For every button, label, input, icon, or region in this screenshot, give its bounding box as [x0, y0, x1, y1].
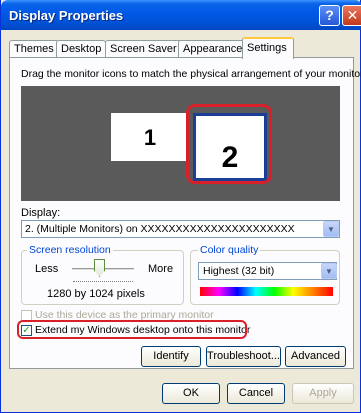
tab-desktop[interactable]: Desktop [56, 40, 107, 58]
tab-themes[interactable]: Themes [9, 40, 59, 58]
resolution-value: 1280 by 1024 pixels [47, 288, 145, 300]
apply-button[interactable]: Apply [292, 383, 354, 404]
slider-ticks [73, 281, 133, 283]
tab-settings[interactable]: Settings [242, 37, 294, 59]
tab-appearance[interactable]: Appearance [178, 40, 248, 58]
chevron-down-icon[interactable]: ▼ [323, 221, 339, 237]
color-quality-title: Color quality [198, 244, 261, 256]
close-button[interactable]: ✕ [342, 5, 361, 26]
resolution-more-label: More [148, 263, 174, 275]
cancel-button[interactable]: Cancel [227, 383, 285, 404]
monitor-1[interactable]: 1 [111, 113, 189, 161]
resolution-less-label: Less [35, 263, 59, 275]
screen-resolution-title: Screen resolution [27, 244, 113, 256]
window-title: Display Properties [9, 8, 124, 23]
color-quality-value: Highest (32 bit) [203, 265, 275, 277]
identify-button[interactable]: Identify [141, 346, 201, 367]
display-label: Display: [21, 207, 61, 219]
tab-screen-saver[interactable]: Screen Saver [105, 40, 182, 58]
color-spectrum-bar [200, 287, 333, 296]
help-button[interactable]: ? [319, 5, 340, 26]
extend-desktop-highlight [17, 320, 247, 339]
troubleshoot-button[interactable]: Troubleshoot... [206, 346, 281, 367]
display-select-value: 2. (Multiple Monitors) on XXXXXXXXXXXXXX… [25, 223, 295, 235]
color-quality-select[interactable]: Highest (32 bit) [198, 262, 337, 280]
instruction-text: Drag the monitor icons to match the phys… [21, 68, 361, 80]
advanced-button[interactable]: Advanced [285, 346, 346, 367]
title-bar[interactable]: Display Properties ? ✕ [1, 0, 361, 30]
primary-monitor-checkbox[interactable] [21, 309, 32, 321]
monitor-2-highlight [186, 104, 272, 184]
chevron-down-icon[interactable]: ▼ [321, 263, 337, 279]
display-select[interactable]: 2. (Multiple Monitors) on XXXXXXXXXXXXXX… [21, 220, 340, 238]
ok-button[interactable]: OK [162, 383, 220, 404]
